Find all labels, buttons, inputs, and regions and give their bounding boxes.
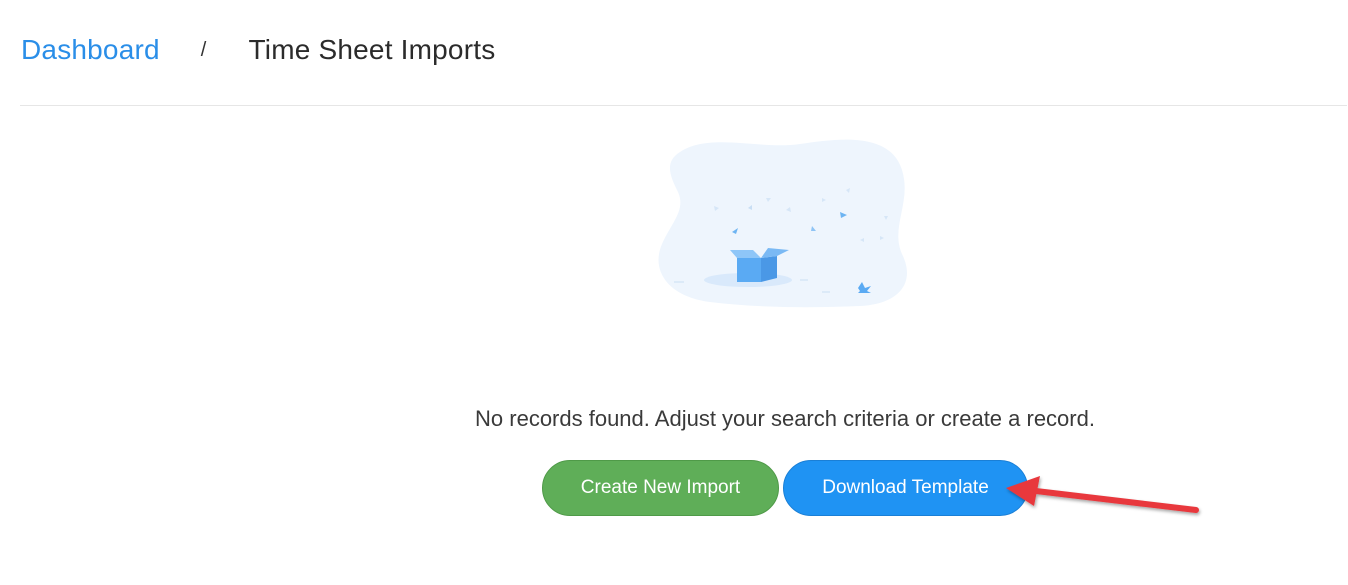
annotation-arrow-icon: [1006, 476, 1199, 513]
breadcrumb: Dashboard / Time Sheet Imports: [21, 26, 495, 74]
download-template-button[interactable]: Download Template: [783, 460, 1028, 516]
page-title: Time Sheet Imports: [248, 34, 496, 65]
create-new-import-button[interactable]: Create New Import: [542, 460, 779, 516]
breadcrumb-dashboard-link[interactable]: Dashboard: [21, 34, 160, 66]
header-divider: [20, 105, 1347, 106]
breadcrumb-separator: /: [200, 38, 207, 61]
empty-box-icon: [650, 132, 920, 317]
page: Dashboard / Time Sheet Imports No record…: [0, 0, 1348, 585]
empty-state-message: No records found. Adjust your search cri…: [475, 406, 1095, 431]
